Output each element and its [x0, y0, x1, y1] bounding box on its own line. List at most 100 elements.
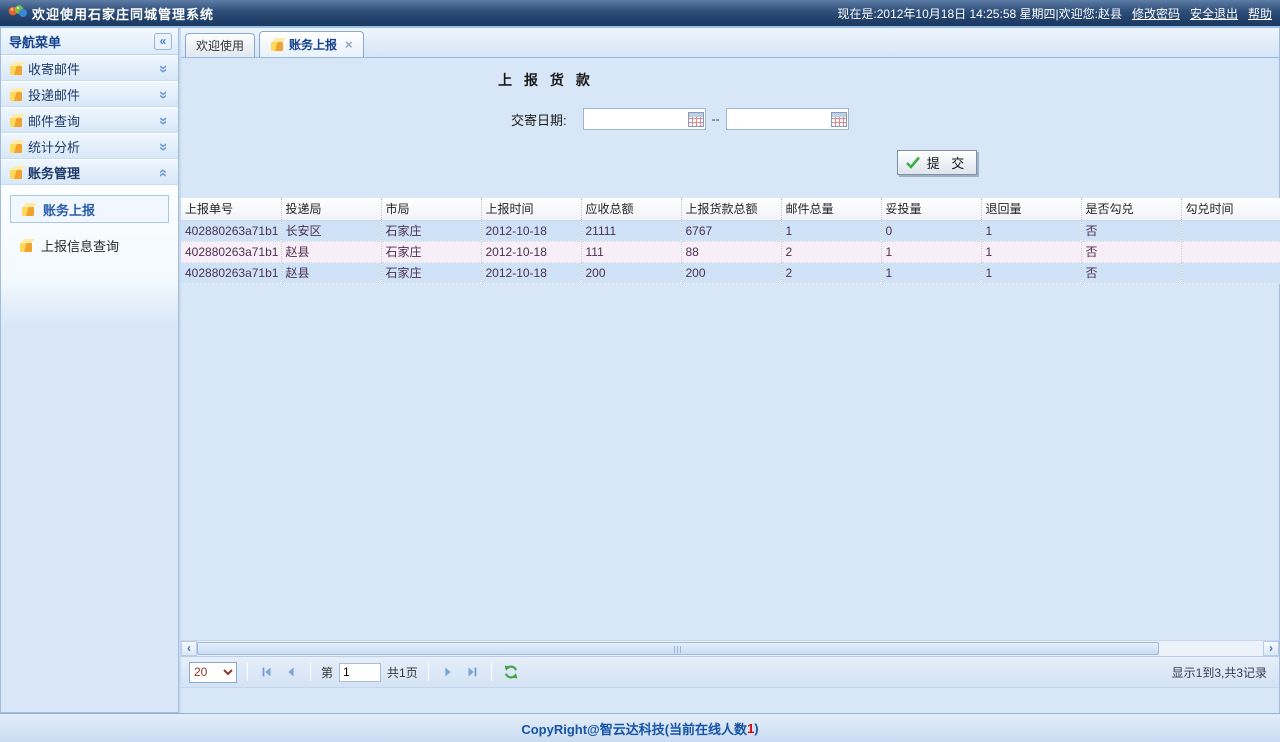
tab-account-report[interactable]: 账务上报	[259, 31, 364, 57]
table-cell: 2	[781, 241, 881, 262]
content-panel: 上 报 货 款 交寄日期: -- 提 交 上报单号投递局市局上报时间应收总额上报…	[181, 58, 1279, 640]
refresh-icon	[503, 664, 519, 680]
date-range-form: 交寄日期: --	[511, 108, 849, 130]
package-icon	[9, 166, 23, 179]
column-header[interactable]: 勾兑时间	[1181, 198, 1280, 220]
page-count-label: 共1页	[387, 664, 418, 681]
package-icon	[9, 140, 23, 153]
table-cell: 88	[681, 241, 781, 262]
column-header[interactable]: 妥投量	[881, 198, 981, 220]
table-cell: 2012-10-18	[481, 220, 581, 241]
prev-page-button[interactable]	[282, 663, 300, 681]
date-from-field	[583, 108, 706, 130]
table-cell: 赵县	[281, 262, 381, 283]
tab-label: 欢迎使用	[196, 37, 244, 54]
table-cell: 石家庄	[381, 241, 481, 262]
table-cell: 1	[981, 220, 1081, 241]
sidebar-item-receive-mail[interactable]: 收寄邮件	[1, 55, 178, 81]
chevron-up-icon	[156, 165, 170, 180]
last-page-button[interactable]	[463, 663, 481, 681]
table-cell: 6767	[681, 220, 781, 241]
sidebar-submenu: 账务上报 上报信息查询	[1, 185, 178, 712]
divider	[247, 663, 248, 681]
page-title: 上 报 货 款	[181, 70, 911, 90]
date-to-input[interactable]	[727, 110, 831, 128]
sidebar-item-statistics[interactable]: 统计分析	[1, 133, 178, 159]
package-icon	[9, 88, 23, 101]
sidebar-item-label: 邮件查询	[28, 111, 80, 130]
package-icon	[9, 114, 23, 127]
scroll-track[interactable]	[197, 641, 1263, 656]
package-icon	[21, 203, 35, 216]
column-header[interactable]: 上报单号	[181, 198, 281, 220]
table-cell: 石家庄	[381, 262, 481, 283]
calendar-icon[interactable]	[831, 112, 847, 127]
submenu-item-report-info-query[interactable]: 上报信息查询	[1, 231, 178, 259]
copyright-text: CopyRight@智云达科技(当前在线人数	[521, 719, 747, 738]
balloons-logo-icon	[8, 4, 28, 22]
table-cell: 长安区	[281, 220, 381, 241]
divider	[428, 663, 429, 681]
bottom-strip	[181, 688, 1279, 713]
sidebar-item-account-management[interactable]: 账务管理	[1, 159, 178, 185]
column-header[interactable]: 是否勾兑	[1081, 198, 1181, 220]
table-cell: 2012-10-18	[481, 241, 581, 262]
submit-button-label: 提 交	[927, 153, 969, 172]
table-cell: 21111	[581, 220, 681, 241]
divider	[491, 663, 492, 681]
footer: CopyRight@智云达科技(当前在线人数1)	[0, 713, 1280, 742]
submenu-item-account-report[interactable]: 账务上报	[10, 195, 169, 223]
date-range-label: 交寄日期:	[511, 110, 567, 129]
column-header[interactable]: 邮件总量	[781, 198, 881, 220]
page-size-select[interactable]: 20	[189, 662, 237, 683]
column-header[interactable]: 退回量	[981, 198, 1081, 220]
refresh-button[interactable]	[502, 663, 520, 681]
scroll-left-button[interactable]	[181, 641, 197, 656]
collapse-sidebar-button[interactable]	[154, 33, 172, 50]
column-header[interactable]: 应收总额	[581, 198, 681, 220]
sidebar-header: 导航菜单	[1, 28, 178, 55]
data-grid: 上报单号投递局市局上报时间应收总额上报货款总额邮件总量妥投量退回量是否勾兑勾兑时…	[181, 198, 1280, 284]
table-cell: 0	[881, 220, 981, 241]
date-from-input[interactable]	[584, 110, 688, 128]
datetime-text: 现在是:2012年10月18日 14:25:58 星期四|欢迎您:赵县	[837, 5, 1122, 22]
table-header-row: 上报单号投递局市局上报时间应收总额上报货款总额邮件总量妥投量退回量是否勾兑勾兑时…	[181, 198, 1280, 220]
table-cell	[1181, 262, 1280, 283]
table-row[interactable]: 402880263a71b1赵县石家庄2012-10-1811188211否	[181, 241, 1280, 262]
next-page-button[interactable]	[439, 663, 457, 681]
sidebar-item-mail-query[interactable]: 邮件查询	[1, 107, 178, 133]
column-header[interactable]: 投递局	[281, 198, 381, 220]
submit-button[interactable]: 提 交	[897, 150, 977, 175]
sidebar-item-deliver-mail[interactable]: 投递邮件	[1, 81, 178, 107]
column-header[interactable]: 上报货款总额	[681, 198, 781, 220]
help-link[interactable]: 帮助	[1248, 5, 1272, 22]
first-page-button[interactable]	[258, 663, 276, 681]
submenu-item-label: 上报信息查询	[41, 236, 119, 255]
table-cell: 2	[781, 262, 881, 283]
scroll-right-button[interactable]	[1263, 641, 1279, 656]
table-cell: 1	[981, 262, 1081, 283]
sidebar-title: 导航菜单	[9, 32, 61, 51]
column-header[interactable]: 上报时间	[481, 198, 581, 220]
chevron-down-icon	[156, 61, 170, 76]
submenu-item-label: 账务上报	[43, 200, 95, 219]
sidebar: 导航菜单 收寄邮件 投递邮件 邮件查询 统计分析 账务管理 账务上报 上报信息查…	[0, 28, 179, 713]
table-cell: 1	[881, 262, 981, 283]
calendar-icon[interactable]	[688, 112, 704, 127]
main-panel: 欢迎使用 账务上报 上 报 货 款 交寄日期: -- 提 交	[181, 28, 1280, 713]
logout-link[interactable]: 安全退出	[1190, 5, 1238, 22]
scroll-thumb[interactable]	[197, 642, 1159, 655]
copyright-suffix: )	[754, 721, 758, 736]
table-cell: 2012-10-18	[481, 262, 581, 283]
horizontal-scrollbar[interactable]	[181, 640, 1279, 656]
table-row[interactable]: 402880263a71b1赵县石家庄2012-10-18200200211否	[181, 262, 1280, 283]
page-number-input[interactable]	[339, 663, 381, 682]
sidebar-item-label: 统计分析	[28, 137, 80, 156]
table-cell: 赵县	[281, 241, 381, 262]
tab-close-icon[interactable]	[345, 37, 353, 52]
package-icon	[9, 62, 23, 75]
tab-welcome[interactable]: 欢迎使用	[185, 33, 255, 57]
table-row[interactable]: 402880263a71b1长安区石家庄2012-10-182111167671…	[181, 220, 1280, 241]
change-password-link[interactable]: 修改密码	[1132, 5, 1180, 22]
column-header[interactable]: 市局	[381, 198, 481, 220]
